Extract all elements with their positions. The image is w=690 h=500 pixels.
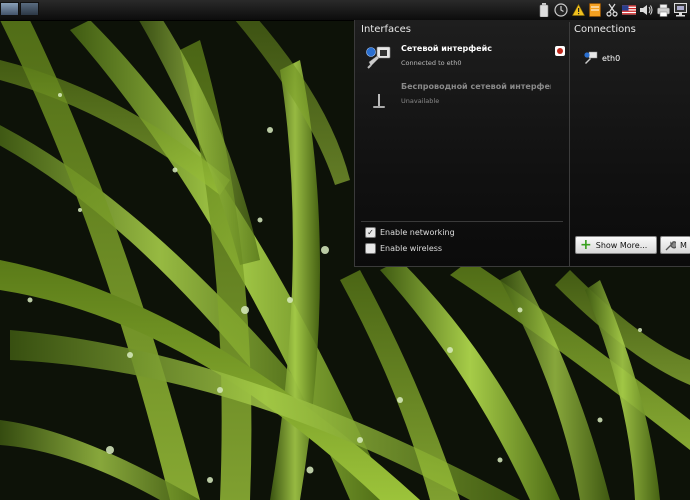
network-manager-popup: Interfaces Connections Сетевой интерфейс… [354,20,690,267]
enable-networking-label: Enable networking [380,228,455,237]
checkbox-unchecked[interactable] [365,243,376,254]
workspace-1[interactable] [0,2,19,16]
interface-item-wired[interactable]: Сетевой интерфейс Connected to eth0 [365,42,565,76]
wired-network-icon [365,44,393,72]
interface-status: Unavailable [401,97,440,105]
volume-icon[interactable] [639,3,653,17]
enable-networking-checkbox[interactable]: ✓ Enable networking [365,227,455,238]
column-divider [569,22,570,267]
interfaces-title: Interfaces [361,24,411,35]
checkbox-checked[interactable]: ✓ [365,227,376,238]
connection-name: eth0 [602,53,621,63]
connection-item-eth0[interactable]: eth0 [583,50,620,66]
wrench-icon [665,240,676,250]
interface-name: Беспроводной сетевой интерфейс [401,82,551,91]
enable-wireless-label: Enable wireless [380,244,443,253]
enable-wireless-checkbox[interactable]: Enable wireless [365,243,442,254]
show-more-button[interactable]: + Show More... [575,236,657,254]
divider [361,221,563,222]
system-tray [537,0,690,20]
disconnect-button[interactable] [555,46,565,56]
manage-label: M [680,240,687,250]
interface-name: Сетевой интерфейс [401,44,492,53]
manage-connections-button[interactable]: M [660,236,690,254]
keyboard-layout-us-flag-icon[interactable] [622,3,636,17]
workspace-2[interactable] [20,2,39,16]
interface-item-wireless[interactable]: Беспроводной сетевой интерфейс Unavailab… [365,80,560,114]
battery-icon[interactable] [537,3,551,17]
notes-icon[interactable] [588,3,602,17]
network-icon[interactable] [673,3,687,17]
top-panel [0,0,690,21]
clock-icon[interactable] [554,3,568,17]
connections-title: Connections [574,24,636,35]
plus-icon: + [580,237,592,253]
wireless-network-icon [365,82,393,110]
clipboard-scissors-icon[interactable] [605,3,619,17]
show-more-label: Show More... [595,240,648,250]
network-connection-icon [584,51,598,64]
printer-icon[interactable] [656,3,670,17]
warning-icon[interactable] [571,3,585,17]
workspace-pager[interactable] [0,2,39,16]
interface-status: Connected to eth0 [401,59,462,67]
